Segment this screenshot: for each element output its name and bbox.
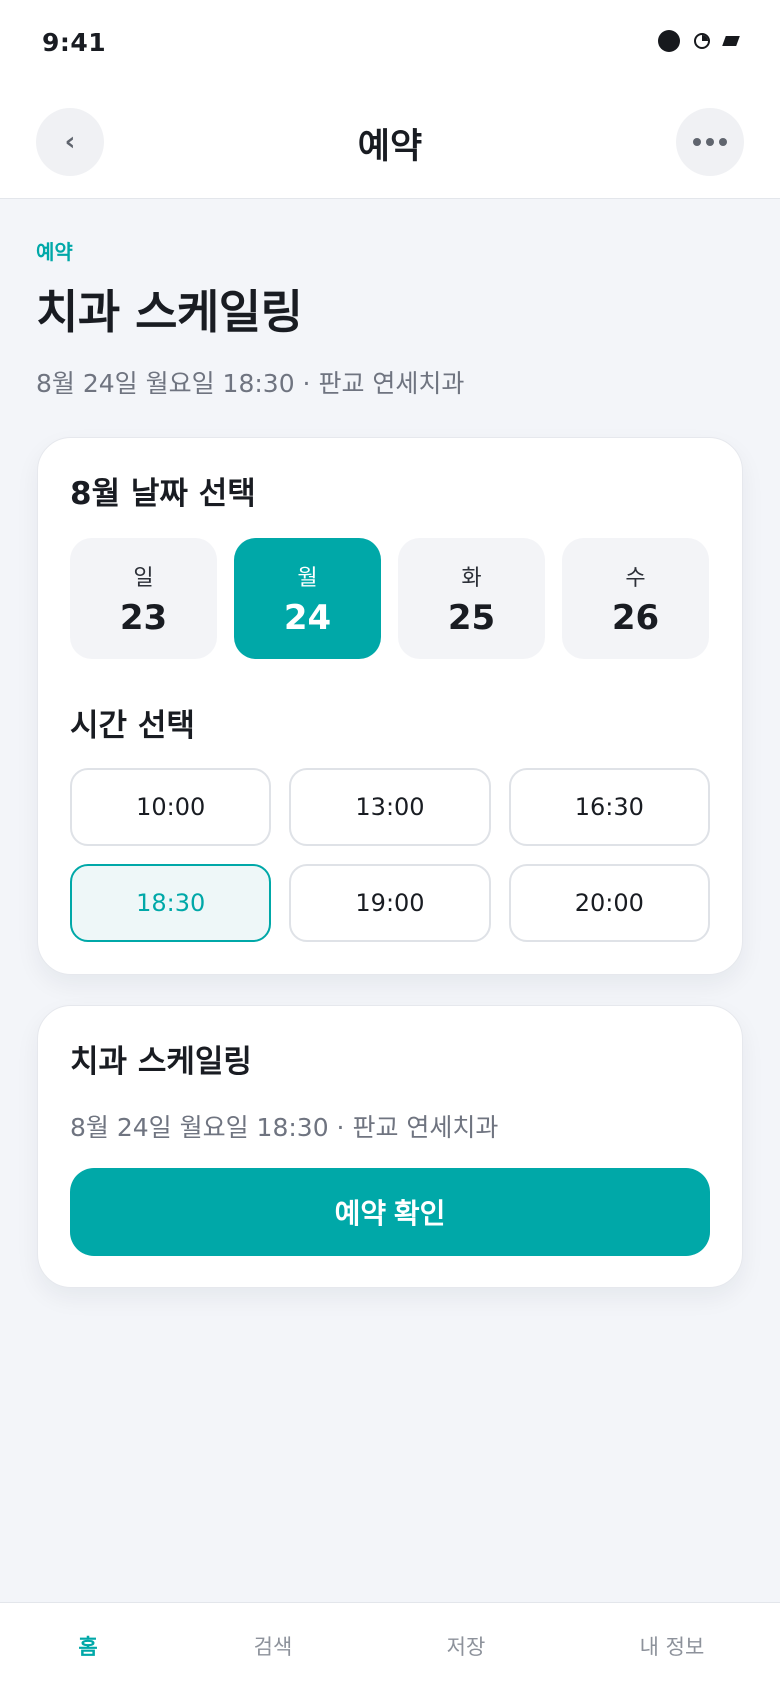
time-slot-2000[interactable]: 20:00 [508, 864, 710, 942]
date-chip-26[interactable]: 수 26 [562, 538, 709, 659]
tab-profile[interactable]: 내 정보 [640, 1631, 705, 1661]
wifi-icon [694, 33, 710, 49]
tab-search[interactable]: 검색 [254, 1631, 293, 1661]
time-slot-1300[interactable]: 13:00 [289, 768, 491, 846]
top-nav-header: ‹ 예약 [0, 86, 780, 199]
date-weekday: 화 [461, 565, 482, 591]
date-chip-24[interactable]: 월 24 [234, 538, 381, 659]
page-title: 치과 스케일링 [36, 285, 303, 339]
time-selector: 10:00 13:00 16:30 18:30 19:00 20:00 [70, 768, 710, 942]
time-slot-1000[interactable]: 10:00 [70, 768, 272, 846]
booking-summary-card: 치과 스케일링 8월 24일 월요일 18:30 · 판교 연세치과 예약 확인 [37, 1005, 743, 1288]
status-time: 9:41 [42, 28, 107, 57]
camera-dot-icon [658, 30, 680, 52]
date-section-title: 8월 날짜 선택 [70, 476, 256, 512]
date-chip-25[interactable]: 화 25 [398, 538, 545, 659]
battery-icon [722, 36, 740, 46]
date-day: 24 [283, 597, 332, 638]
eyebrow-label: 예약 [36, 240, 73, 264]
date-weekday: 수 [625, 565, 646, 591]
time-slot-1630[interactable]: 16:30 [508, 768, 710, 846]
schedule-picker-card: 8월 날짜 선택 일 23 월 24 화 25 수 26 시간 선택 10:00… [37, 437, 743, 975]
summary-title: 치과 스케일링 [70, 1044, 252, 1080]
date-selector: 일 23 월 24 화 25 수 26 [70, 538, 709, 659]
tab-saved[interactable]: 저장 [447, 1631, 486, 1661]
status-bar: 9:41 [0, 0, 780, 86]
time-slot-1830[interactable]: 18:30 [70, 864, 272, 942]
status-icons [658, 30, 740, 52]
date-day: 25 [447, 597, 496, 638]
more-button[interactable] [676, 108, 744, 176]
date-weekday: 월 [297, 565, 318, 591]
tab-home[interactable]: 홈 [78, 1631, 97, 1661]
header-title: 예약 [357, 127, 423, 167]
page-subtitle: 8월 24일 월요일 18:30 · 판교 연세치과 [36, 369, 465, 398]
summary-subtitle: 8월 24일 월요일 18:30 · 판교 연세치과 [70, 1113, 499, 1142]
date-weekday: 일 [133, 565, 154, 591]
time-slot-1900[interactable]: 19:00 [289, 864, 491, 942]
confirm-booking-button[interactable]: 예약 확인 [70, 1168, 710, 1256]
time-section-title: 시간 선택 [70, 708, 195, 744]
more-dots-icon [693, 138, 727, 146]
bottom-tab-bar: 홈 검색 저장 내 정보 [0, 1602, 780, 1688]
date-day: 26 [611, 597, 660, 638]
date-chip-23[interactable]: 일 23 [70, 538, 217, 659]
date-day: 23 [119, 597, 168, 638]
